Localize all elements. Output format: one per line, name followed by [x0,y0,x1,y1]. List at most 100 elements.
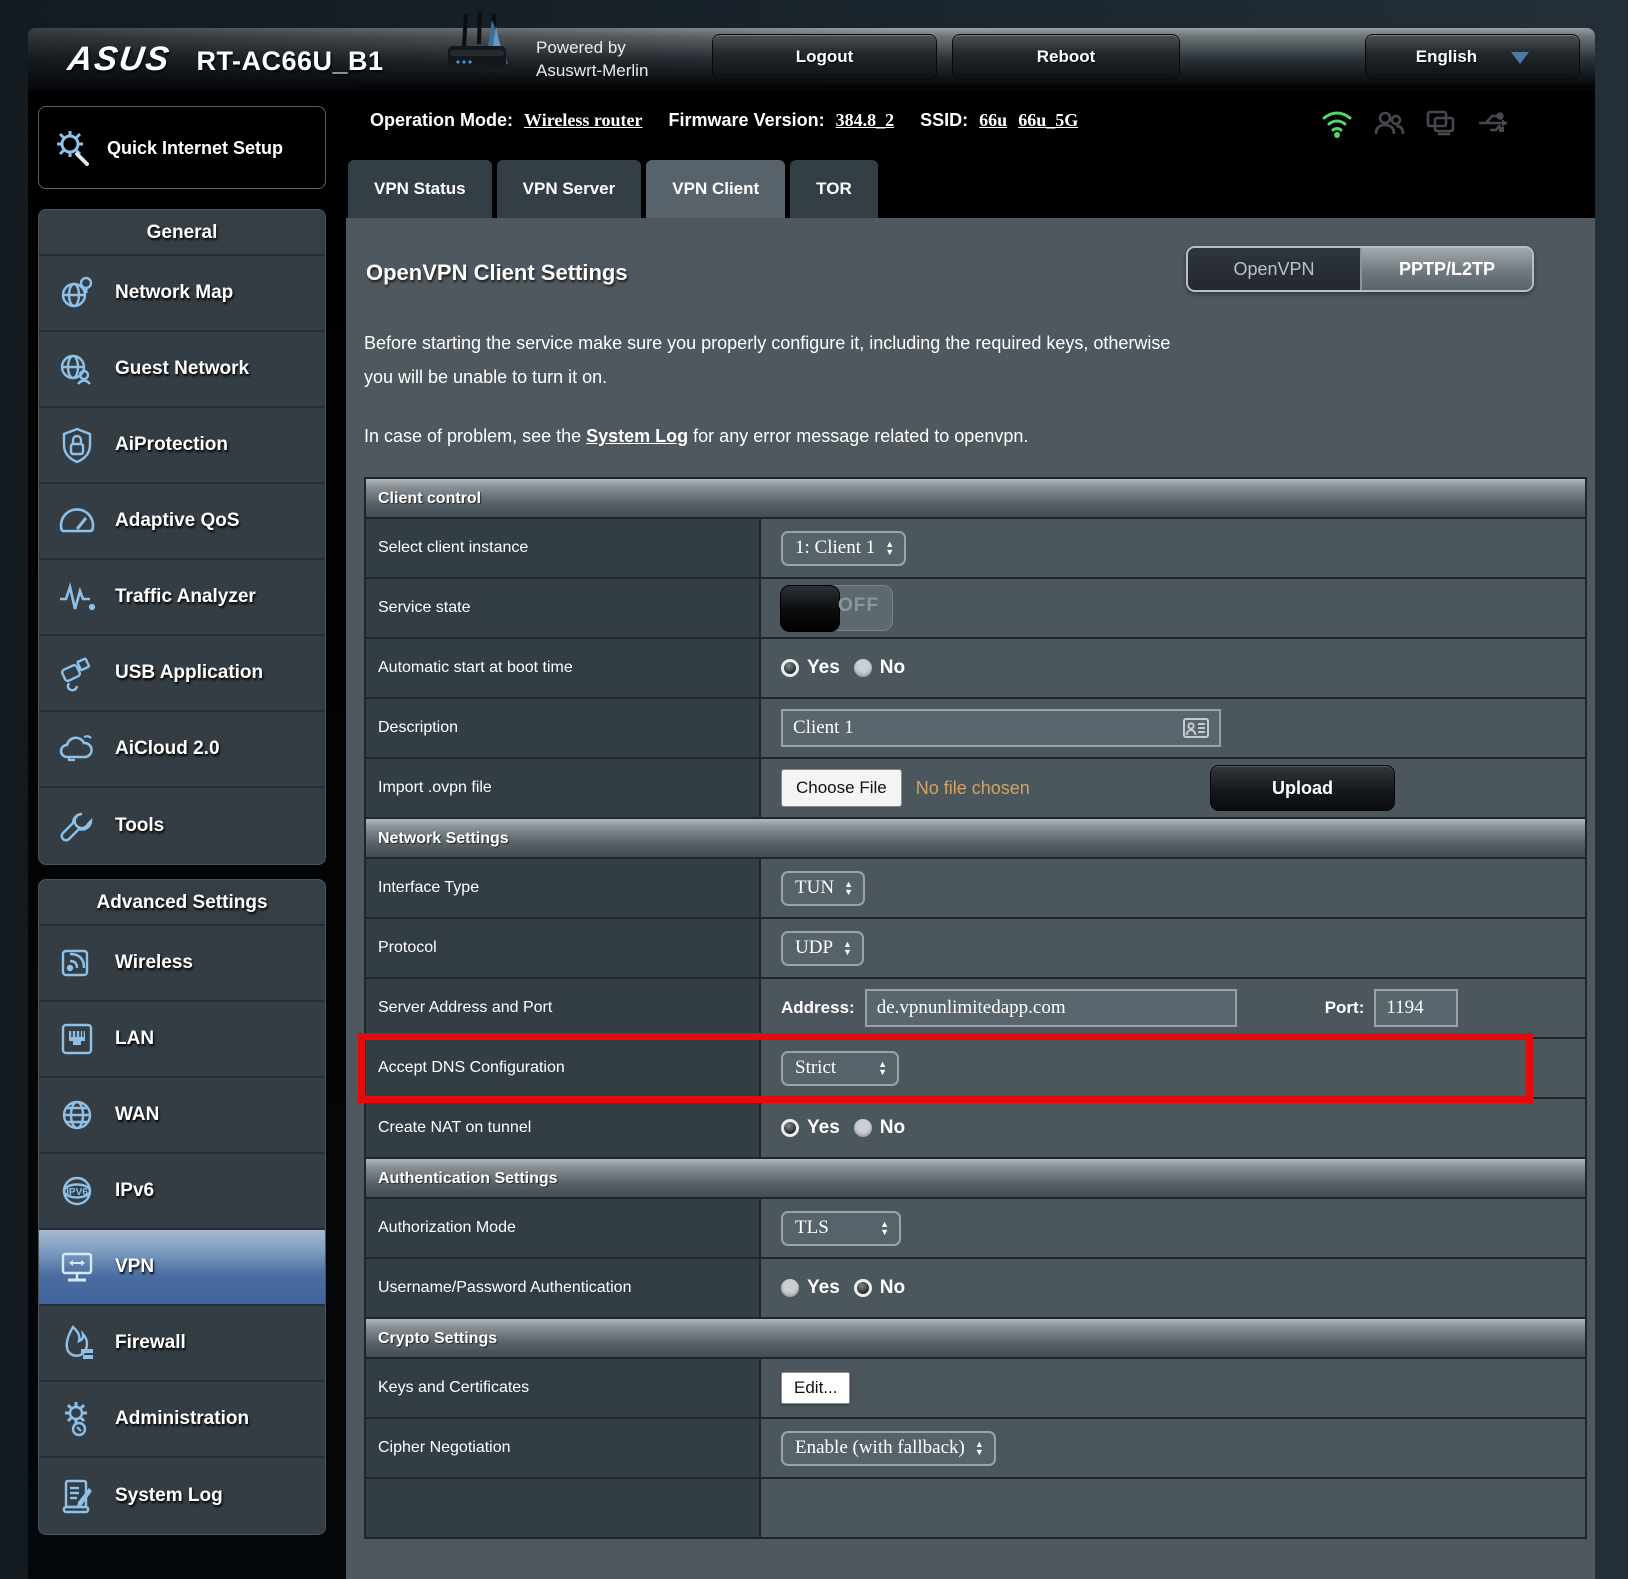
sidebar-item-quick-internet-setup[interactable]: Quick Internet Setup [38,106,326,189]
firewall-flame-icon [57,1323,97,1363]
select-arrows-icon: ▲▼ [844,880,853,896]
row-accept-dns-configuration: Accept DNS Configuration Strict ▲▼ [366,1039,1585,1099]
asus-logo: ASUS [65,40,173,79]
client-instance-select[interactable]: 1: Client 1 ▲▼ [781,531,906,566]
sidebar-item-vpn[interactable]: VPN [39,1230,325,1306]
autostart-yes-radio[interactable] [781,659,799,677]
sidebar-item-adaptive-qos[interactable]: Adaptive QoS [39,484,325,560]
sidebar-item-label: System Log [115,1485,223,1507]
row-service-state: Service state OFF [366,579,1585,639]
lan-port-icon [57,1019,97,1059]
sidebar-item-label: USB Application [115,662,263,684]
firmware-link[interactable]: 384.8_2 [836,110,895,130]
system-log-link[interactable]: System Log [586,426,688,446]
sidebar-item-label: Network Map [115,282,233,304]
port-label: Port: [1325,998,1365,1018]
usb-status-icon[interactable] [1476,106,1512,140]
interface-type-select[interactable]: TUN ▲▼ [781,871,865,906]
radio-label: Yes [807,1117,840,1139]
language-select[interactable]: English [1365,34,1580,80]
sidebar-item-administration[interactable]: Administration [39,1382,325,1458]
sidebar-item-aiprotection[interactable]: AiProtection [39,408,325,484]
service-state-toggle[interactable]: OFF [781,585,893,631]
wifi-status-icon[interactable] [1320,106,1354,140]
field-label: Description [366,699,761,757]
guest-network-icon [57,349,97,389]
sidebar-item-system-log[interactable]: System Log [39,1458,325,1534]
field-label: Server Address and Port [366,979,761,1037]
select-arrows-icon: ▲▼ [885,540,894,556]
reboot-button[interactable]: Reboot [952,34,1180,80]
row-authorization-mode: Authorization Mode TLS ▲▼ [366,1199,1585,1259]
sidebar-item-label: Firewall [115,1332,186,1354]
sidebar-item-guest-network[interactable]: Guest Network [39,332,325,408]
tab-vpn-status[interactable]: VPN Status [348,160,492,218]
sidebar-item-firewall[interactable]: Firewall [39,1306,325,1382]
sidebar-item-usb-application[interactable]: USB Application [39,636,325,712]
sidebar-item-traffic-analyzer[interactable]: Traffic Analyzer [39,560,325,636]
row-import-ovpn: Import .ovpn file Choose File No file ch… [366,759,1585,819]
powered-by: Powered by Asuswrt-Merlin [536,36,648,82]
sidebar-item-label: Guest Network [115,358,249,380]
tab-vpn-client[interactable]: VPN Client [646,160,785,218]
system-log-icon [57,1476,97,1516]
protocol-select[interactable]: UDP ▲▼ [781,931,864,966]
ssid-24-link[interactable]: 66u [979,110,1007,130]
nat-yes-radio[interactable] [781,1119,799,1137]
wan-globe-icon [57,1095,97,1135]
row-protocol: Protocol UDP ▲▼ [366,919,1585,979]
general-header: General [39,210,325,256]
ssid-5g-link[interactable]: 66u_5G [1018,110,1078,130]
userpass-no-radio[interactable] [854,1279,872,1297]
sidebar-item-label: Wireless [115,952,193,974]
sidebar-item-ipv6[interactable]: IPV6 IPv6 [39,1154,325,1230]
sidebar-item-network-map[interactable]: Network Map [39,256,325,332]
row-create-nat: Create NAT on tunnel Yes No [366,1099,1585,1159]
contact-card-icon [1183,718,1209,738]
userpass-yes-radio[interactable] [781,1279,799,1297]
nat-no-radio[interactable] [854,1119,872,1137]
openvpn-toggle-button[interactable]: OpenVPN [1188,248,1360,290]
tab-bar: VPN Status VPN Server VPN Client TOR [346,160,1595,218]
radio-label: No [880,1277,905,1299]
field-label: Username/Password Authentication [366,1259,761,1317]
clients-icon[interactable] [1372,106,1406,140]
field-label: Import .ovpn file [366,759,761,817]
vpn-client-panel: OpenVPN Client Settings OpenVPN PPTP/L2T… [346,218,1595,1579]
wrench-icon [57,806,97,846]
pptp-l2tp-toggle-button[interactable]: PPTP/L2TP [1360,248,1532,290]
media-bridge-icon[interactable] [1424,106,1458,140]
sidebar-item-label: Traffic Analyzer [115,586,256,608]
autostart-no-radio[interactable] [854,659,872,677]
sidebar-item-aicloud[interactable]: AiCloud 2.0 [39,712,325,788]
sidebar-item-wan[interactable]: WAN [39,1078,325,1154]
tab-tor[interactable]: TOR [790,160,878,218]
row-interface-type: Interface Type TUN ▲▼ [366,859,1585,919]
radio-label: No [880,657,905,679]
choose-file-button[interactable]: Choose File [781,769,902,807]
administration-gear-icon [57,1399,97,1439]
sidebar-group-general: General Network Map Guest Netw [38,209,326,865]
top-banner: ASUS RT-AC66U_B1 Powered by Asuswrt-Merl… [28,28,1595,90]
server-address-input[interactable]: de.vpnunlimitedapp.com [865,989,1237,1027]
select-arrows-icon: ▲▼ [843,940,852,956]
radio-label: Yes [807,657,840,679]
tab-vpn-server[interactable]: VPN Server [497,160,642,218]
accept-dns-select[interactable]: Strict ▲▼ [781,1051,899,1086]
sidebar-item-label: VPN [115,1256,154,1278]
upload-button[interactable]: Upload [1210,765,1395,811]
authorization-mode-select[interactable]: TLS ▲▼ [781,1211,901,1246]
row-keys-certificates: Keys and Certificates Edit... [366,1359,1585,1419]
sidebar-item-lan[interactable]: LAN [39,1002,325,1078]
sidebar-item-wireless[interactable]: Wireless [39,926,325,1002]
sidebar-item-label: AiProtection [115,434,228,456]
sidebar-item-tools[interactable]: Tools [39,788,325,864]
edit-keys-button[interactable]: Edit... [781,1372,850,1404]
field-label: Cipher Negotiation [366,1419,761,1477]
logout-button[interactable]: Logout [712,34,937,80]
operation-mode-link[interactable]: Wireless router [524,110,642,130]
radio-label: Yes [807,1277,840,1299]
description-input[interactable]: Client 1 [781,709,1221,747]
cipher-negotiation-select[interactable]: Enable (with fallback) ▲▼ [781,1431,996,1466]
server-port-input[interactable]: 1194 [1374,989,1458,1027]
